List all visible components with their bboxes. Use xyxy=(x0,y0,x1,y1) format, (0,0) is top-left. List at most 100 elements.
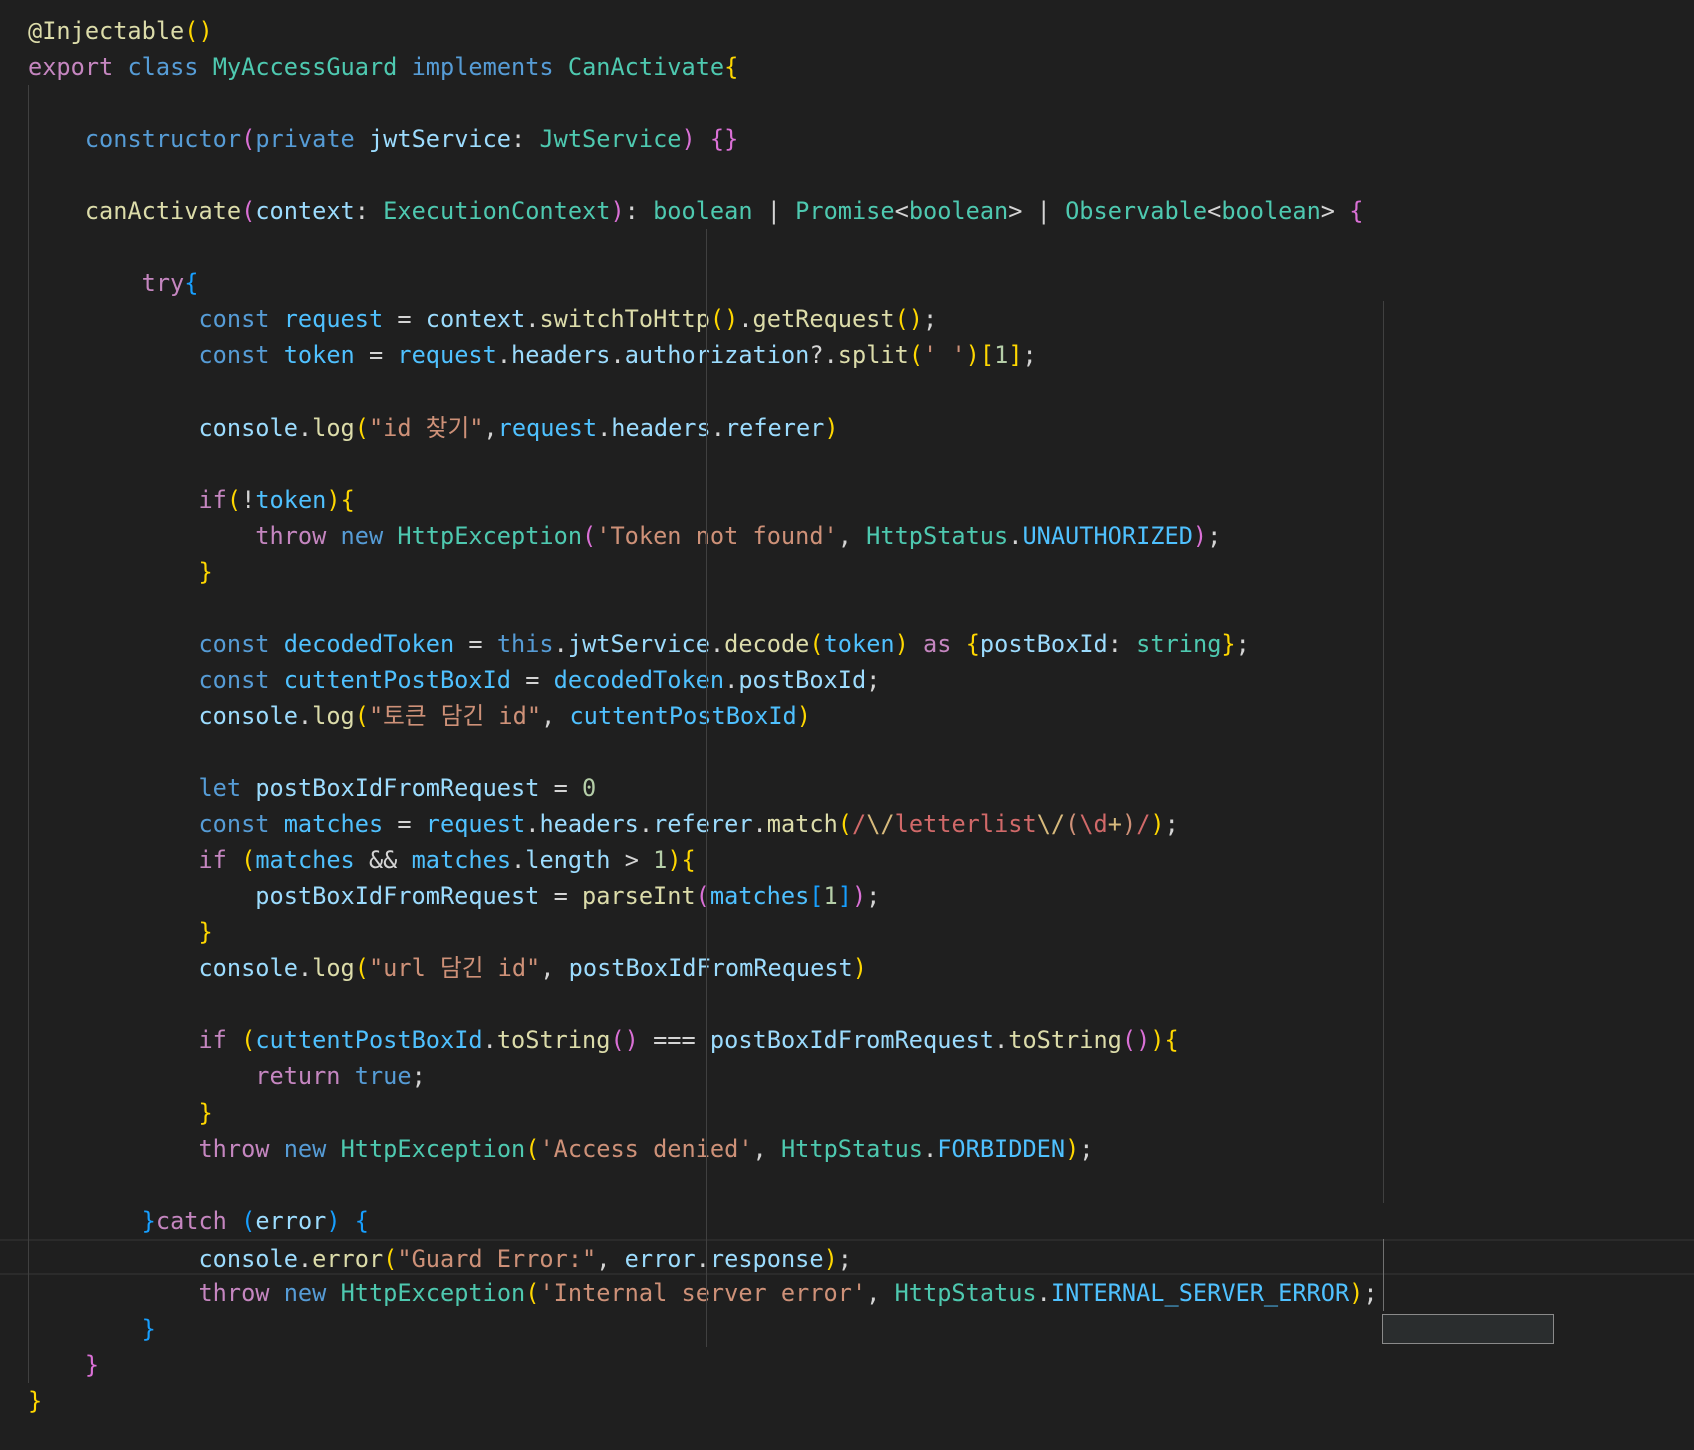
code-line[interactable] xyxy=(0,986,1694,1022)
indent-guide xyxy=(705,229,707,1347)
code-token: ; xyxy=(1022,341,1037,370)
code-line[interactable] xyxy=(0,157,1694,193)
code-line[interactable]: constructor(private jwtService: JwtServi… xyxy=(0,121,1694,157)
code-line[interactable] xyxy=(0,85,1694,121)
code-token: matches xyxy=(709,882,810,911)
code-line[interactable] xyxy=(0,590,1694,626)
code-token: { xyxy=(184,269,199,298)
code-line[interactable] xyxy=(0,734,1694,770)
code-line[interactable]: if (cuttentPostBoxId.toString() === post… xyxy=(0,1022,1694,1058)
code-line[interactable] xyxy=(0,446,1694,482)
code-line[interactable]: throw new HttpException('Token not found… xyxy=(0,518,1694,554)
code-line[interactable]: if (matches && matches.length > 1){ xyxy=(0,842,1694,878)
code-token: postBoxIdFromRequest xyxy=(568,954,853,983)
code-token: HttpStatus xyxy=(780,1134,923,1163)
code-line[interactable]: let postBoxIdFromRequest = 0 xyxy=(0,770,1694,806)
code-area[interactable]: @Injectable() export class MyAccessGuard … xyxy=(0,0,1694,1450)
code-token: + xyxy=(1107,810,1122,839)
code-token: log xyxy=(312,701,355,730)
code-line[interactable] xyxy=(0,374,1694,410)
code-token: if xyxy=(198,1026,227,1055)
code-line[interactable]: const decodedToken = this.jwtService.dec… xyxy=(0,626,1694,662)
code-token: . xyxy=(994,1026,1009,1055)
code-token: ( xyxy=(837,810,852,839)
code-token: = xyxy=(539,882,582,911)
code-token: . xyxy=(695,1244,710,1273)
code-token: ( xyxy=(354,954,369,983)
code-token: === xyxy=(638,1026,710,1055)
code-token: [ xyxy=(979,341,995,370)
code-token: ) xyxy=(326,1206,341,1235)
code-token: jwtService xyxy=(567,629,710,658)
code-line[interactable] xyxy=(0,229,1694,265)
code-token: console xyxy=(198,413,298,442)
code-line[interactable]: console.log("토큰 담긴 id", cuttentPostBoxId… xyxy=(0,698,1694,734)
code-line[interactable]: try{ xyxy=(0,265,1694,301)
code-line[interactable]: } xyxy=(0,914,1694,950)
code-line[interactable]: throw new HttpException('Internal server… xyxy=(0,1275,1694,1311)
code-token: ] xyxy=(1008,341,1023,370)
code-token: / xyxy=(1136,810,1151,839)
code-token: ) xyxy=(796,701,811,730)
code-line[interactable] xyxy=(0,1167,1694,1203)
code-token: CanActivate xyxy=(567,53,725,82)
code-token: ?. xyxy=(809,341,838,370)
code-token: { xyxy=(1349,197,1364,226)
code-token: , xyxy=(752,1134,781,1163)
code-line[interactable]: @Injectable() xyxy=(0,13,1694,49)
code-token: ExecutionContext xyxy=(383,197,611,226)
code-line[interactable]: canActivate(context: ExecutionContext): … xyxy=(0,193,1694,229)
code-token: const xyxy=(198,305,270,334)
code-line[interactable]: console.log("url 담긴 id", postBoxIdFromRe… xyxy=(0,950,1694,986)
code-token: 'Access denied' xyxy=(539,1134,753,1163)
code-token: ){ xyxy=(1150,1026,1179,1055)
code-line[interactable]: postBoxIdFromRequest = parseInt(matches[… xyxy=(0,878,1694,914)
code-editor[interactable]: @Injectable() export class MyAccessGuard … xyxy=(0,0,1694,1450)
code-token: ! xyxy=(241,485,256,514)
code-token: ) xyxy=(1150,810,1165,839)
code-token: ( xyxy=(582,521,597,550)
code-token: request xyxy=(425,810,526,839)
code-line[interactable]: const cuttentPostBoxId = decodedToken.po… xyxy=(0,662,1694,698)
code-line[interactable]: const token = request.headers.authorizat… xyxy=(0,337,1694,373)
code-token: ) xyxy=(965,341,980,370)
code-line[interactable]: } xyxy=(0,1383,1694,1419)
code-token: } xyxy=(28,1386,43,1415)
code-line[interactable]: export class MyAccessGuard implements Ca… xyxy=(0,49,1694,85)
code-token: "url 담긴 id" xyxy=(368,954,541,983)
code-token: > | xyxy=(1008,197,1066,226)
code-line[interactable]: } xyxy=(0,1095,1694,1131)
code-line[interactable]: } xyxy=(0,1347,1694,1383)
code-line[interactable]: } xyxy=(0,1311,1694,1347)
code-line[interactable]: const request = context.switchToHttp().g… xyxy=(0,301,1694,337)
code-token: [ xyxy=(809,882,824,911)
code-line[interactable]: console.error("Guard Error:", error.resp… xyxy=(0,1238,1694,1275)
code-token: request xyxy=(397,341,497,370)
code-token: HttpException xyxy=(397,521,583,550)
code-line[interactable]: }catch (error) { xyxy=(0,1203,1694,1239)
code-token: boolean xyxy=(1221,197,1321,226)
code-token: . xyxy=(724,665,739,694)
code-line[interactable]: const matches = request.headers.referer.… xyxy=(0,806,1694,842)
code-token: ) xyxy=(1349,1278,1364,1307)
code-line[interactable]: return true; xyxy=(0,1058,1694,1094)
code-token: ( xyxy=(241,125,256,154)
code-line[interactable]: } xyxy=(0,554,1694,590)
code-token: class xyxy=(127,53,199,82)
code-line[interactable]: throw new HttpException('Access denied',… xyxy=(0,1131,1694,1167)
code-line[interactable]: if(!token){ xyxy=(0,482,1694,518)
code-line[interactable]: console.log("id 찾기",request.headers.refe… xyxy=(0,410,1694,446)
code-token: FORBIDDEN xyxy=(937,1134,1066,1163)
code-token: ( xyxy=(241,846,256,875)
